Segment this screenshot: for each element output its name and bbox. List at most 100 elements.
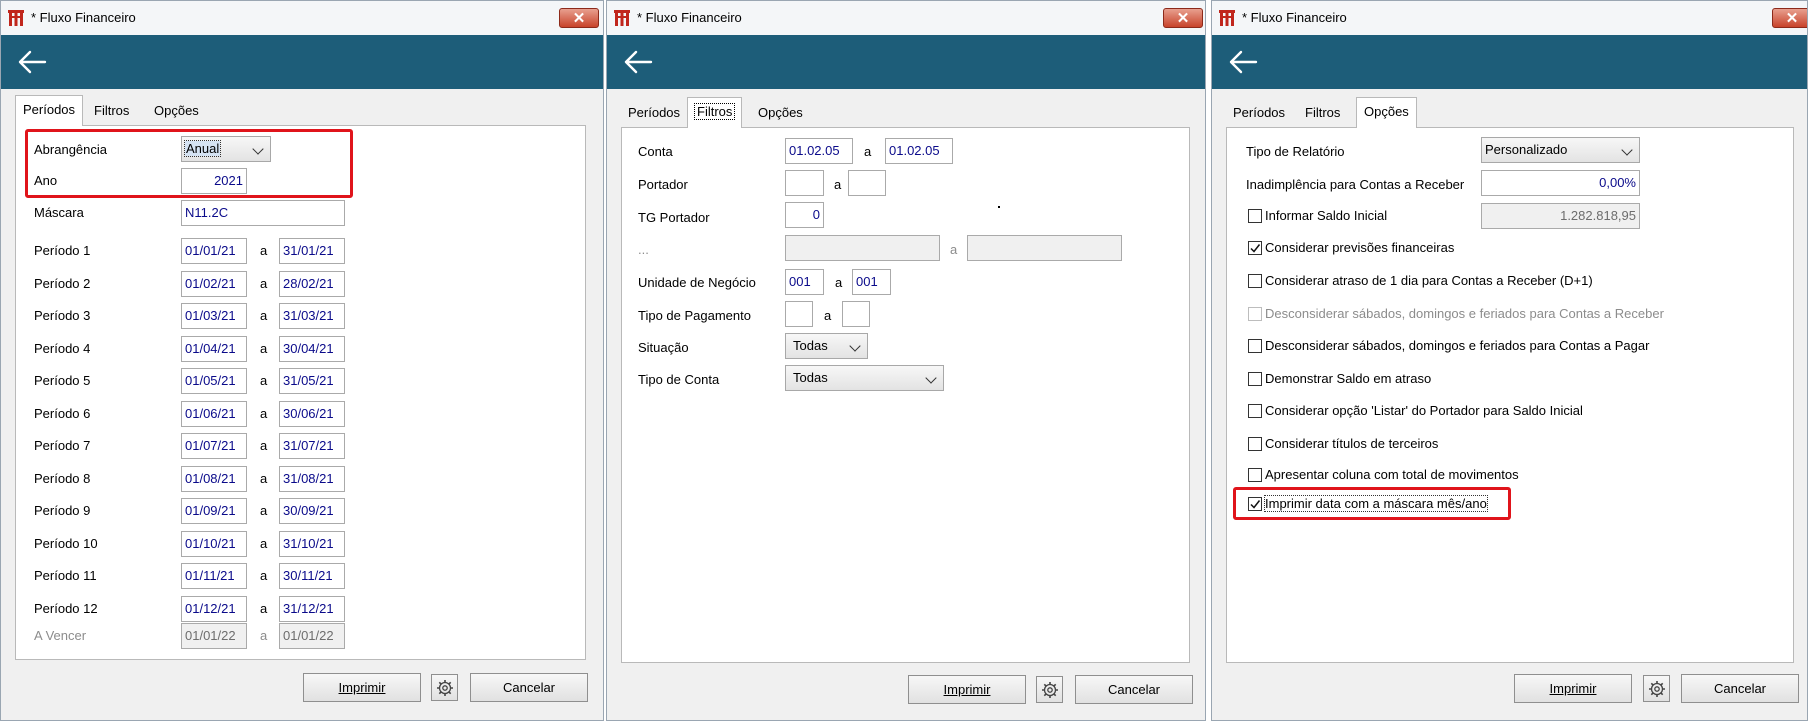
gear-icon [437,680,453,696]
periodo-separator: a [260,243,268,258]
title-bar: * Fluxo Financeiro ✕ [607,1,1205,36]
situacao-select[interactable]: Todas [785,333,868,359]
close-button[interactable]: ✕ [559,8,599,28]
checkbox[interactable] [1248,274,1262,288]
tab-filtros[interactable]: Filtros [87,97,136,125]
periodo-to-input[interactable]: 30/09/21 [279,498,345,524]
periodo-from-input[interactable]: 01/10/21 [181,531,247,557]
arrow-left-icon[interactable] [15,47,49,77]
checkbox[interactable] [1248,404,1262,418]
option-checkbox-row[interactable]: Considerar atraso de 1 dia para Contas a… [1248,272,1748,292]
tab-filtros[interactable]: Filtros [1298,99,1347,127]
close-icon: ✕ [1176,10,1190,27]
option-checkbox-row[interactable]: Considerar previsões financeiras [1248,239,1748,259]
periodo-from-input[interactable]: 01/08/21 [181,466,247,492]
window-periodos: * Fluxo Financeiro ✕ Períodos Filtros Op… [0,0,604,721]
periodo-to-input[interactable]: 31/10/21 [279,531,345,557]
tipo-pagamento-from-input[interactable] [785,301,813,327]
tab-opcoes[interactable]: Opções [751,99,810,127]
chevron-down-icon [925,372,937,384]
option-checkbox-row[interactable]: Considerar opção 'Listar' do Portador pa… [1248,402,1748,422]
tab-periodos[interactable]: Períodos [621,99,687,127]
checkbox[interactable] [1248,372,1262,386]
portador-to-input[interactable] [848,170,886,196]
tipo-pagamento-to-input[interactable] [842,301,870,327]
periodo-to-input[interactable]: 28/02/21 [279,271,345,297]
settings-button[interactable] [431,674,458,701]
unidade-from-input[interactable]: 001 [785,269,824,295]
mascara-input[interactable]: N11.2C [181,200,345,226]
inadimplencia-input[interactable]: 0,00% [1481,170,1640,196]
portador-separator: a [834,177,842,192]
imprimir-button[interactable]: Imprimir [1514,674,1632,703]
periodo-to-input[interactable]: 31/08/21 [279,466,345,492]
unidade-to-input[interactable]: 001 [852,269,891,295]
tipo-relatorio-select[interactable]: Personalizado [1481,137,1640,163]
periodo-from-input[interactable]: 01/02/21 [181,271,247,297]
tab-opcoes[interactable]: Opções [1356,97,1417,128]
portador-from-input[interactable] [785,170,824,196]
periodo-from-input[interactable]: 01/01/21 [181,238,247,264]
settings-button[interactable] [1036,676,1063,703]
tab-filtros[interactable]: Filtros [687,97,743,128]
checkbox-label: Considerar títulos de terceiros [1265,436,1439,451]
periodo-from-input[interactable]: 01/06/21 [181,401,247,427]
checkbox[interactable] [1248,339,1262,353]
option-checkbox-row[interactable]: Apresentar coluna com total de movimento… [1248,466,1748,486]
tg-portador-input[interactable]: 0 [785,202,824,228]
close-button[interactable]: ✕ [1772,8,1807,28]
periodo-to-input[interactable]: 31/12/21 [279,596,345,622]
checkbox-label: Considerar opção 'Listar' do Portador pa… [1265,403,1583,418]
periodo-to-input[interactable]: 31/03/21 [279,303,345,329]
imprimir-button[interactable]: Imprimir [303,673,421,702]
window-filtros: * Fluxo Financeiro ✕ Períodos Filtros Op… [606,0,1206,721]
conta-separator: a [864,144,872,159]
unidade-separator: a [835,275,843,290]
periodo-to-input[interactable]: 30/04/21 [279,336,345,362]
option-checkbox-row[interactable]: Desconsiderar sábados, domingos e feriad… [1248,337,1748,357]
checkbox[interactable] [1248,241,1262,255]
periodo-from-input[interactable]: 01/03/21 [181,303,247,329]
cancelar-button[interactable]: Cancelar [470,673,588,702]
tipo-conta-select[interactable]: Todas [785,365,944,391]
window-title: * Fluxo Financeiro [637,10,742,25]
periodo-to-input[interactable]: 31/05/21 [279,368,345,394]
periodo-from-input[interactable]: 01/07/21 [181,433,247,459]
tab-periodos[interactable]: Períodos [15,95,84,126]
cancelar-button[interactable]: Cancelar [1681,674,1799,703]
periodo-to-input[interactable]: 30/06/21 [279,401,345,427]
close-button[interactable]: ✕ [1163,8,1203,28]
highlight-imprimir-mascara [1233,487,1511,520]
periodo-label: Período 6 [34,406,91,421]
conta-to-input[interactable]: 01.02.05 [885,138,953,164]
periodo-from-input[interactable]: 01/04/21 [181,336,247,362]
tab-opcoes[interactable]: Opções [147,97,206,125]
arrow-left-icon[interactable] [1226,47,1260,77]
option-checkbox-row[interactable]: Considerar títulos de terceiros [1248,435,1748,455]
checkbox[interactable] [1248,209,1262,223]
checkbox[interactable] [1248,437,1262,451]
periodo-from-input[interactable]: 01/11/21 [181,563,247,589]
settings-button[interactable] [1643,675,1670,702]
tipo-relatorio-label: Tipo de Relatório [1246,144,1345,159]
periodo-separator: a [260,568,268,583]
periodo-to-input[interactable]: 31/07/21 [279,433,345,459]
periodo-from-input[interactable]: 01/09/21 [181,498,247,524]
close-icon: ✕ [572,10,586,27]
arrow-left-icon[interactable] [621,47,655,77]
cancelar-button[interactable]: Cancelar [1075,675,1193,704]
option-checkbox-row[interactable]: Informar Saldo Inicial [1248,207,1748,227]
window-title: * Fluxo Financeiro [31,10,136,25]
periodo-to-input[interactable]: 31/01/21 [279,238,345,264]
conta-from-input[interactable]: 01.02.05 [785,138,853,164]
option-checkbox-row[interactable]: Demonstrar Saldo em atraso [1248,370,1748,390]
periodo-to-input[interactable]: 30/11/21 [279,563,345,589]
checkbox[interactable] [1248,468,1262,482]
imprimir-button[interactable]: Imprimir [908,675,1026,704]
tab-periodos[interactable]: Períodos [1226,99,1292,127]
app-logo-icon [614,10,630,26]
periodo-from-input[interactable]: 01/05/21 [181,368,247,394]
tg-portador-label: TG Portador [638,210,710,225]
periodo-from-input[interactable]: 01/12/21 [181,596,247,622]
tipo-pagamento-label: Tipo de Pagamento [638,308,751,323]
